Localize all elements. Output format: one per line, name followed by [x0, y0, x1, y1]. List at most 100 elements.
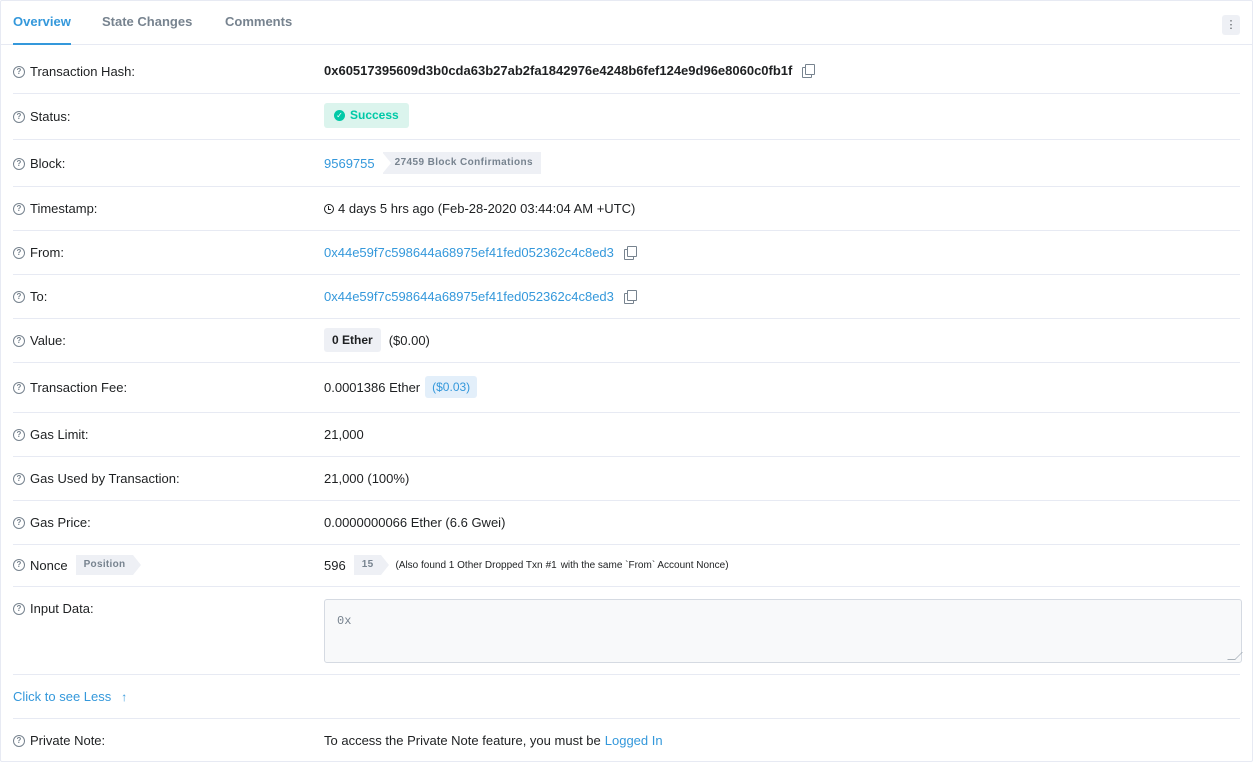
question-icon[interactable]: ? [13, 734, 25, 747]
question-icon[interactable]: ? [13, 246, 25, 259]
see-less-link[interactable]: Click to see Less [13, 689, 111, 704]
tab-comments[interactable]: Comments [225, 1, 292, 45]
from-label: From: [30, 245, 64, 260]
timestamp-label: Timestamp: [30, 201, 98, 216]
status-label-group: ? Status: [13, 109, 70, 124]
row-transaction-hash: ? Transaction Hash: 0x60517395609d3b0cda… [13, 48, 1240, 94]
arrow-up-icon: ↑ [121, 689, 128, 704]
row-timestamp: ? Timestamp: 4 days 5 hrs ago (Feb-28-20… [13, 187, 1240, 231]
block-confirmations-badge: 27459 Block Confirmations [381, 152, 541, 174]
status-value-group: ✓ Success [324, 103, 409, 128]
fee-amount: 0.0001386 Ether [324, 379, 421, 395]
value-usd: ($0.00) [388, 332, 430, 348]
transaction-details-card: Overview State Changes Comments ⋮ ? Tran… [0, 0, 1253, 762]
question-icon[interactable]: ? [13, 428, 25, 441]
row-status: ? Status: ✓ Success [13, 94, 1240, 140]
check-circle-icon: ✓ [334, 110, 345, 121]
to-address-link[interactable]: 0x44e59f7c598644a68975ef41fed052362c4c8e… [324, 289, 614, 304]
row-gas-price: ? Gas Price: 0.0000000066 Ether (6.6 Gwe… [13, 501, 1240, 545]
more-vertical-icon: ⋮ [1225, 19, 1237, 31]
value-label-group: ? Value: [13, 333, 66, 348]
gas-price-label: Gas Price: [30, 515, 91, 530]
more-options-button[interactable]: ⋮ [1222, 15, 1240, 35]
value-value-group: 0 Ether ($0.00) [324, 328, 430, 352]
timestamp-value: 4 days 5 hrs ago (Feb-28-2020 03:44:04 A… [338, 201, 636, 216]
private-note-label-group: ? Private Note: [13, 733, 105, 748]
question-icon[interactable]: ? [13, 516, 25, 529]
row-transaction-fee: ? Transaction Fee: 0.0001386 Ether ($0.0… [13, 363, 1240, 413]
question-icon[interactable]: ? [13, 602, 25, 615]
status-badge: ✓ Success [324, 103, 409, 128]
input-data-label-group: ? Input Data: [13, 601, 94, 616]
tab-bar: Overview State Changes Comments ⋮ [1, 1, 1252, 45]
question-icon[interactable]: ? [13, 472, 25, 485]
tx-hash-value: 0x60517395609d3b0cda63b27ab2fa1842976e42… [324, 63, 793, 78]
nonce-note-prefix: (Also found 1 Other Dropped Txn [395, 559, 543, 571]
question-icon[interactable]: ? [13, 559, 25, 571]
gas-price-label-group: ? Gas Price: [13, 515, 91, 530]
row-nonce: ? Nonce Position 596 15 (Also found 1 Ot… [13, 545, 1240, 587]
question-icon[interactable]: ? [13, 65, 25, 78]
question-icon[interactable]: ? [13, 334, 25, 347]
private-note-text: To access the Private Note feature, you … [324, 733, 601, 748]
question-icon[interactable]: ? [13, 381, 25, 394]
fee-label-group: ? Transaction Fee: [13, 380, 127, 395]
nonce-label-group: ? Nonce Position [13, 555, 142, 575]
gas-price-value: 0.0000000066 Ether (6.6 Gwei) [324, 515, 506, 530]
copy-icon[interactable] [802, 64, 816, 78]
private-note-value-group: To access the Private Note feature, you … [324, 733, 663, 748]
timestamp-value-group: 4 days 5 hrs ago (Feb-28-2020 03:44:04 A… [324, 201, 635, 216]
input-data-value: 0x [337, 614, 352, 628]
status-label: Status: [30, 109, 71, 124]
to-label-group: ? To: [13, 289, 47, 304]
row-gas-used: ? Gas Used by Transaction: 21,000 (100%) [13, 457, 1240, 501]
block-label-group: ? Block: [13, 156, 65, 171]
input-data-textarea[interactable]: 0x [324, 599, 1243, 663]
tab-state-changes[interactable]: State Changes [102, 1, 192, 45]
gas-limit-value-group: 21,000 [324, 427, 364, 442]
copy-icon[interactable] [623, 246, 637, 260]
gas-used-label-group: ? Gas Used by Transaction: [13, 471, 180, 486]
clock-icon [324, 203, 334, 214]
to-label: To: [30, 289, 48, 304]
gas-limit-value: 21,000 [324, 427, 364, 442]
resize-handle-icon[interactable] [1227, 652, 1243, 660]
private-note-label: Private Note: [30, 733, 106, 748]
see-less-toggle[interactable]: Click to see Less ↑ [13, 689, 127, 704]
nonce-label: Nonce [30, 557, 68, 573]
block-value-group: 9569755 27459 Block Confirmations [324, 152, 541, 174]
nonce-position-badge: 15 [353, 555, 390, 575]
gas-limit-label: Gas Limit: [30, 427, 89, 442]
row-block: ? Block: 9569755 27459 Block Confirmatio… [13, 140, 1240, 187]
block-number-link[interactable]: 9569755 [324, 156, 375, 171]
row-input-data: ? Input Data: 0x [13, 587, 1243, 675]
row-from: ? From: 0x44e59f7c598644a68975ef41fed052… [13, 231, 1240, 275]
from-label-group: ? From: [13, 245, 64, 260]
nonce-note-suffix: with the same `From` Account Nonce) [560, 559, 729, 571]
tab-overview[interactable]: Overview [13, 1, 71, 45]
to-value-group: 0x44e59f7c598644a68975ef41fed052362c4c8e… [324, 289, 637, 304]
from-address-link[interactable]: 0x44e59f7c598644a68975ef41fed052362c4c8e… [324, 245, 614, 260]
ether-amount-badge: 0 Ether [324, 328, 381, 352]
value-label: Value: [30, 333, 66, 348]
row-value: ? Value: 0 Ether ($0.00) [13, 319, 1240, 363]
tx-hash-label-group: ? Transaction Hash: [13, 64, 135, 79]
fee-usd-badge: ($0.03) [425, 376, 478, 398]
from-value-group: 0x44e59f7c598644a68975ef41fed052362c4c8e… [324, 245, 637, 260]
question-icon[interactable]: ? [13, 290, 25, 303]
question-icon[interactable]: ? [13, 157, 25, 170]
nonce-value-group: 596 15 (Also found 1 Other Dropped Txn #… [324, 555, 729, 575]
row-see-less: Click to see Less ↑ [13, 675, 1240, 719]
copy-icon[interactable] [623, 290, 637, 304]
fee-value-group: 0.0001386 Ether ($0.03) [324, 376, 478, 398]
dropped-txn-link[interactable]: #1 [546, 560, 557, 571]
gas-used-label: Gas Used by Transaction: [30, 471, 180, 486]
gas-used-value: 21,000 (100%) [324, 471, 410, 486]
nonce-value: 596 [324, 557, 346, 573]
question-icon[interactable]: ? [13, 110, 25, 123]
gas-limit-label-group: ? Gas Limit: [13, 427, 89, 442]
gas-price-value-group: 0.0000000066 Ether (6.6 Gwei) [324, 515, 505, 530]
question-icon[interactable]: ? [13, 202, 25, 215]
logged-in-link[interactable]: Logged In [605, 733, 663, 748]
status-text: Success [350, 108, 399, 122]
